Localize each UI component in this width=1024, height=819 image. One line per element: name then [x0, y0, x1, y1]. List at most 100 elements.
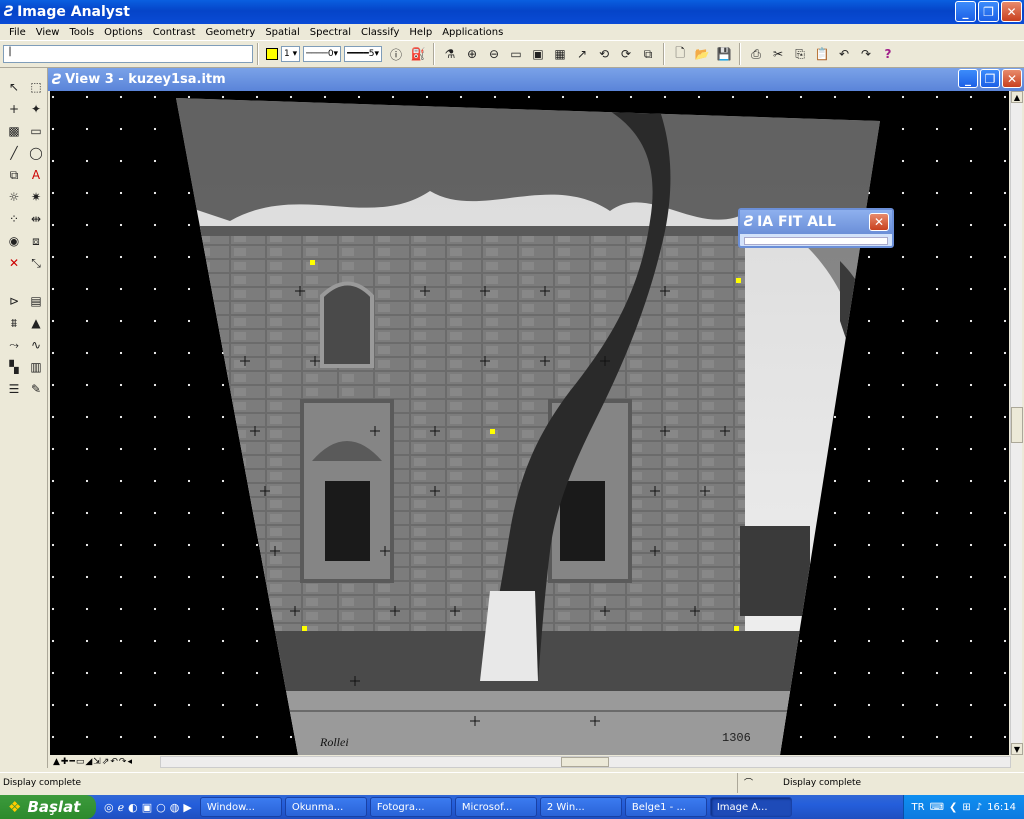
save-icon[interactable]: 💾	[714, 44, 734, 64]
open-folder-icon[interactable]: 📂	[692, 44, 712, 64]
ie-icon[interactable]: ℯ	[118, 801, 125, 814]
text-tool-icon[interactable]: A	[25, 164, 47, 186]
language-indicator[interactable]: TR	[912, 802, 925, 813]
task-fotograf[interactable]: Fotogra...	[369, 797, 452, 817]
task-image-analyst[interactable]: Image A...	[709, 797, 792, 817]
delete-tool-icon[interactable]: ✕	[3, 252, 25, 274]
coordinate-input[interactable]: |	[3, 45, 253, 63]
task-window[interactable]: Window...	[199, 797, 282, 817]
zoom-out-icon[interactable]: ⊖	[484, 44, 504, 64]
polygon-tool-icon[interactable]: ▩	[3, 120, 25, 142]
control-point[interactable]	[310, 260, 315, 265]
firefox-icon[interactable]: ◍	[170, 801, 180, 814]
app-icon[interactable]: ◐	[128, 801, 138, 814]
network-icon[interactable]: ⊞	[962, 802, 970, 813]
line-style-select[interactable]: 1 ▾	[281, 46, 301, 62]
line-weight-select[interactable]: ──── 0 ▾	[303, 46, 342, 62]
task-belge1[interactable]: Belge1 - ...	[624, 797, 707, 817]
restore-button[interactable]: ❐	[978, 1, 999, 22]
vertical-scroll-thumb[interactable]	[1011, 407, 1023, 443]
vertical-scrollbar[interactable]: ▲ ▼	[1010, 91, 1023, 755]
image-icon[interactable]: ▣	[528, 44, 548, 64]
arrow-tool-icon[interactable]: ↗	[572, 44, 592, 64]
select-rect-icon[interactable]: ⬚	[25, 76, 47, 98]
start-button[interactable]: ❖ Başlat	[0, 795, 96, 819]
fill-tool-icon[interactable]: ⛽	[408, 44, 428, 64]
terrain-icon[interactable]: ▲	[25, 312, 47, 334]
menu-classify[interactable]: Classify	[356, 27, 404, 38]
rotate-icon[interactable]: ⟲	[594, 44, 614, 64]
stack-icon[interactable]: ⩩	[3, 312, 25, 334]
control-point[interactable]	[734, 626, 739, 631]
task-microsoft[interactable]: Microsof...	[454, 797, 537, 817]
crosshair-tool-icon[interactable]: +	[3, 98, 25, 120]
zoom-in-icon[interactable]: ⊕	[462, 44, 482, 64]
view-restore-button[interactable]: ❐	[980, 69, 1000, 88]
pointer-tool-icon[interactable]: ↖	[3, 76, 25, 98]
menu-geometry[interactable]: Geometry	[200, 27, 260, 38]
globe-tool-icon[interactable]: ◉	[3, 230, 25, 252]
info-icon[interactable]: ⓘ	[386, 44, 406, 64]
menu-help[interactable]: Help	[404, 27, 437, 38]
opera-icon[interactable]: ○	[156, 801, 166, 814]
ellipse-tool-icon[interactable]: ◯	[25, 142, 47, 164]
cut-icon[interactable]: ✂	[768, 44, 788, 64]
refresh-icon[interactable]: ⟳	[616, 44, 636, 64]
brush-icon[interactable]: ✎	[25, 378, 47, 400]
checker-icon[interactable]: ▚	[3, 356, 25, 378]
minimize-button[interactable]: _	[955, 1, 976, 22]
fit-all-close-button[interactable]: ✕	[869, 213, 889, 231]
points-tool-icon[interactable]: ⁘	[3, 208, 25, 230]
line-size-select[interactable]: ━━━━ 5 ▾	[344, 46, 383, 62]
rectangle-tool-icon[interactable]: ▭	[25, 120, 47, 142]
horizontal-scroll-thumb[interactable]	[561, 757, 609, 767]
view-title-bar[interactable]: Ƨ View 3 - kuzey1sa.itm _ ❐ ✕	[48, 68, 1024, 91]
bulb-tool-icon[interactable]: ☼	[3, 186, 25, 208]
redo-icon[interactable]: ↷	[856, 44, 876, 64]
image-canvas[interactable]: Rollei 1306	[50, 91, 1009, 755]
close-button[interactable]: ✕	[1001, 1, 1022, 22]
folder-icon[interactable]: ▣	[142, 801, 152, 814]
control-point[interactable]	[490, 429, 495, 434]
copy-icon[interactable]: ⎘	[790, 44, 810, 64]
menu-tools[interactable]: Tools	[64, 27, 99, 38]
keyboard-icon[interactable]: ⌨	[930, 802, 944, 813]
media-icon[interactable]: ▶	[183, 801, 191, 814]
view-minimize-button[interactable]: _	[958, 69, 978, 88]
measure-tool-icon[interactable]: ⇹	[25, 208, 47, 230]
help-icon[interactable]: ?	[878, 44, 898, 64]
menu-file[interactable]: File	[4, 27, 31, 38]
menu-view[interactable]: View	[31, 27, 65, 38]
app-title-bar[interactable]: Ƨ Image Analyst _ ❐ ✕	[0, 0, 1024, 24]
control-point[interactable]	[302, 626, 307, 631]
flow-icon[interactable]: ⤳	[3, 334, 25, 356]
menu-applications[interactable]: Applications	[437, 27, 508, 38]
open-image-icon[interactable]: ⊳	[3, 290, 25, 312]
image-layer-icon[interactable]: ▤	[25, 290, 47, 312]
paint-icon[interactable]: ⚗	[440, 44, 460, 64]
undo-icon[interactable]: ↶	[834, 44, 854, 64]
fit-all-dialog[interactable]: Ƨ IA FIT ALL ✕	[738, 208, 894, 248]
tray-arrow-icon[interactable]: ❮	[949, 802, 957, 813]
line-tool-icon[interactable]: ╱	[3, 142, 25, 164]
window-icon[interactable]: ▭	[506, 44, 526, 64]
chrome-icon[interactable]: ◎	[104, 801, 114, 814]
menu-spectral[interactable]: Spectral	[305, 27, 356, 38]
star-tool-icon[interactable]: ✷	[25, 186, 47, 208]
filter-icon[interactable]: ▥	[25, 356, 47, 378]
view-close-button[interactable]: ✕	[1002, 69, 1022, 88]
scroll-down-icon[interactable]: ▼	[1011, 743, 1023, 755]
paste-icon[interactable]: 📋	[812, 44, 832, 64]
task-okunma[interactable]: Okunma...	[284, 797, 367, 817]
horizontal-scrollbar[interactable]	[160, 756, 1011, 768]
task-2-windows[interactable]: 2 Win...	[539, 797, 622, 817]
classify-icon[interactable]: ☰	[3, 378, 25, 400]
tile-icon[interactable]: ⧉	[638, 44, 658, 64]
new-file-icon[interactable]: 🗋	[670, 44, 690, 64]
layers-tool-icon[interactable]: ⧉	[3, 164, 25, 186]
print-icon[interactable]: ⎙	[746, 44, 766, 64]
grid-icon[interactable]: ▦	[550, 44, 570, 64]
menu-spatial[interactable]: Spatial	[260, 27, 304, 38]
control-point[interactable]	[736, 278, 741, 283]
group-tool-icon[interactable]: ⧈	[25, 230, 47, 252]
